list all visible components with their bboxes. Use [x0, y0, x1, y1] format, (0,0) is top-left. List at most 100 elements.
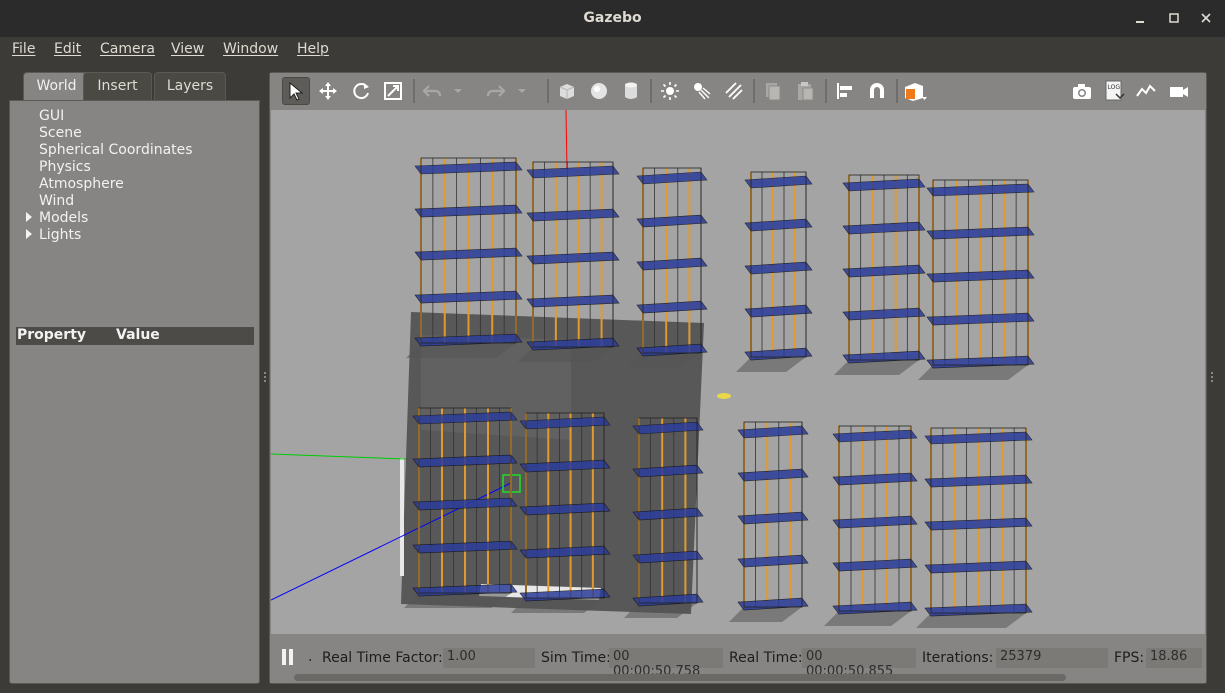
horizontal-scrollbar[interactable] — [294, 674, 1066, 681]
rack-deck — [926, 269, 1035, 283]
close-button[interactable] — [1198, 10, 1214, 26]
rack-deck — [636, 171, 708, 185]
menu-view[interactable]: View — [171, 41, 204, 57]
select-mode-button[interactable] — [282, 77, 310, 105]
menu-file[interactable]: File — [12, 41, 35, 57]
menu-camera[interactable]: Camera — [100, 41, 155, 57]
maximize-button[interactable] — [1166, 10, 1182, 26]
paste-button[interactable] — [791, 77, 819, 105]
tree-item-lights[interactable]: Lights — [39, 227, 81, 243]
pause-button[interactable] — [280, 648, 296, 670]
property-column-header: Property — [17, 327, 87, 343]
toolbar-separator — [753, 79, 755, 103]
tab-world[interactable]: World — [23, 72, 90, 100]
rack-deck — [924, 560, 1033, 574]
toolbar-separator — [413, 79, 415, 103]
wall-strip — [400, 458, 404, 576]
expand-arrow-icon[interactable] — [26, 229, 32, 239]
tree-item-atmosphere[interactable]: Atmosphere — [39, 176, 124, 192]
tab-insert[interactable]: Insert — [83, 72, 152, 100]
camera-icon — [1073, 84, 1091, 99]
scale-icon — [384, 82, 402, 100]
rack-deck — [526, 208, 620, 222]
cylinder-shape-button[interactable] — [617, 77, 645, 105]
box-shape-button[interactable] — [553, 77, 581, 105]
chevron-down-icon — [454, 89, 462, 93]
left-splitter-handle[interactable] — [263, 370, 267, 386]
tab-layers[interactable]: Layers — [154, 72, 226, 100]
menu-edit[interactable]: Edit — [54, 41, 81, 57]
redo-button[interactable] — [482, 77, 510, 105]
world-tree-panel: GUI Scene Spherical Coordinates Physics … — [9, 100, 260, 684]
rack-shadow — [824, 611, 911, 626]
snap-button[interactable] — [863, 77, 891, 105]
rack-deck — [744, 218, 813, 232]
rack-deck — [414, 161, 523, 175]
plot-button[interactable] — [1132, 77, 1160, 105]
scene-render[interactable] — [271, 110, 1205, 634]
rack-deck — [744, 304, 813, 318]
real-time-label: Real Time: — [729, 650, 803, 666]
rack-deck — [414, 290, 523, 304]
toolbar-separator — [650, 79, 652, 103]
tree-item-gui[interactable]: GUI — [39, 108, 64, 124]
arrow-pointer-icon — [289, 81, 304, 101]
sphere-icon — [591, 83, 607, 99]
view-angle-button[interactable] — [901, 77, 929, 105]
minimize-button[interactable] — [1132, 10, 1148, 26]
spot-light-button[interactable] — [688, 77, 716, 105]
rotate-mode-button[interactable] — [347, 77, 375, 105]
scale-mode-button[interactable] — [379, 77, 407, 105]
screenshot-button[interactable] — [1068, 77, 1096, 105]
minimize-icon — [1136, 21, 1144, 23]
tree-item-wind[interactable]: Wind — [39, 193, 74, 209]
tree-item-physics[interactable]: Physics — [39, 159, 91, 175]
menu-window[interactable]: Window — [223, 41, 278, 57]
toolbar-separator — [825, 79, 827, 103]
rack-deck — [926, 226, 1035, 240]
log-icon-text: LOG — [1108, 84, 1121, 91]
align-button[interactable] — [831, 77, 859, 105]
rack-deck — [414, 204, 523, 218]
record-video-button[interactable] — [1165, 77, 1193, 105]
sphere-shape-button[interactable] — [585, 77, 613, 105]
undo-history-button[interactable] — [450, 77, 466, 105]
directional-light-button[interactable] — [720, 77, 748, 105]
sim-time-label: Sim Time: — [541, 650, 611, 666]
toolbar-separator — [896, 79, 898, 103]
tree-item-scene[interactable]: Scene — [39, 125, 82, 141]
right-splitter-handle[interactable] — [1210, 370, 1214, 386]
iterations-label: Iterations: — [922, 650, 994, 666]
real-time-factor-value: 1.00 — [443, 648, 535, 668]
point-light-button[interactable] — [656, 77, 684, 105]
undo-button[interactable] — [418, 77, 446, 105]
redo-icon — [486, 85, 506, 97]
copy-button[interactable] — [759, 77, 787, 105]
rack-deck — [832, 558, 918, 572]
axis-x-line — [565, 110, 568, 171]
status-bar: . Real Time Factor: 1.00 Sim Time: 00 00… — [270, 634, 1206, 683]
axis-y-line — [271, 453, 407, 460]
scene-viewport[interactable] — [271, 110, 1205, 634]
rack-deck — [737, 425, 809, 439]
rack-deck — [924, 517, 1033, 531]
redo-history-button[interactable] — [514, 77, 530, 105]
rack-deck — [737, 511, 809, 525]
property-header: Property Value — [16, 327, 254, 345]
magnet-icon — [870, 83, 884, 98]
translate-mode-button[interactable] — [314, 77, 342, 105]
tree-item-spherical-coordinates[interactable]: Spherical Coordinates — [39, 142, 193, 158]
menu-bar: File Edit Camera View Window Help — [0, 37, 1225, 64]
toolbar: LOG — [270, 73, 1206, 109]
expand-arrow-icon[interactable] — [26, 212, 32, 222]
menu-help[interactable]: Help — [297, 41, 329, 57]
pause-icon — [282, 649, 293, 665]
rack-deck — [832, 515, 918, 529]
step-button[interactable]: . — [308, 649, 312, 665]
small-object[interactable] — [717, 393, 731, 399]
rack-shadow — [834, 360, 919, 375]
rack-deck — [636, 214, 708, 228]
tree-item-models[interactable]: Models — [39, 210, 88, 226]
value-column-header: Value — [116, 327, 160, 343]
log-button[interactable]: LOG — [1100, 77, 1128, 105]
